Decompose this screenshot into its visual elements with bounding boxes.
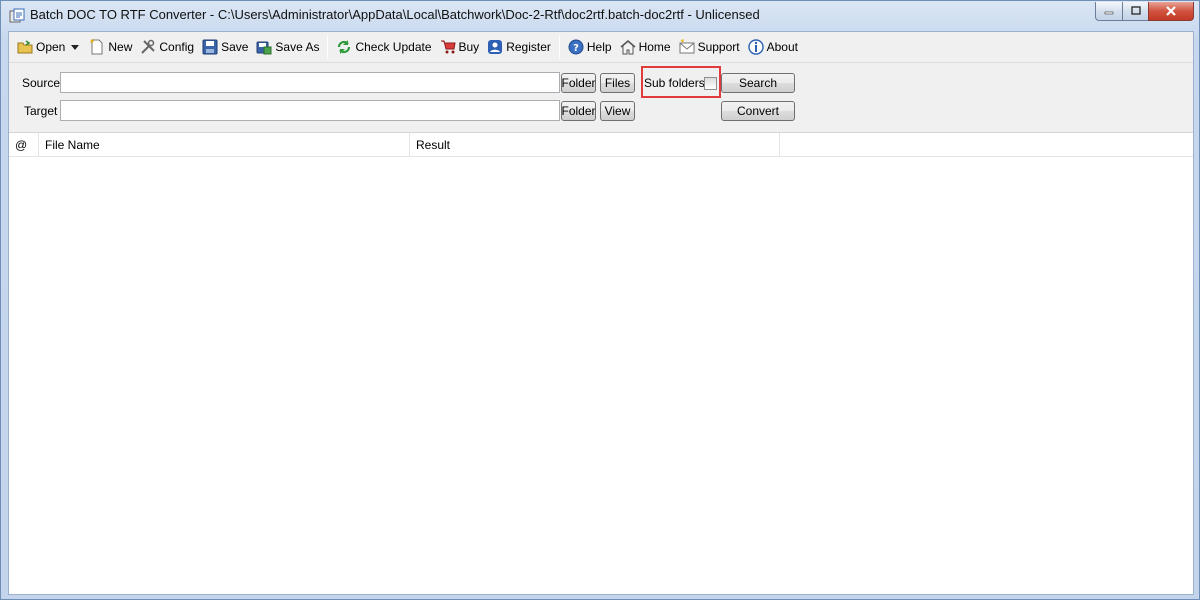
open-label: Open [36,40,66,54]
target-input[interactable] [60,100,560,121]
new-document-icon [90,39,103,55]
subfolders-label: Sub folders [644,76,705,90]
help-label: Help [586,40,612,54]
window-title: Batch DOC TO RTF Converter - C:\Users\Ad… [30,7,760,22]
register-icon [488,40,503,54]
info-icon [747,39,764,55]
close-icon [1166,6,1176,16]
home-label: Home [638,40,671,54]
about-label: About [766,40,798,54]
form-panel: Source Folder Files Sub folders Search T… [9,63,1193,132]
open-dropdown[interactable] [71,35,81,59]
source-label: Source [22,76,61,90]
source-files-button[interactable]: Files [600,73,635,93]
target-folder-button[interactable]: Folder [561,101,596,121]
new-label: New [108,40,133,54]
mail-icon [679,39,695,54]
register-label: Register [506,40,551,54]
minimize-button[interactable] [1095,2,1122,21]
tools-icon [141,39,156,54]
open-button[interactable]: Open [13,35,69,59]
toolbar: Open New Config Save Save As Check Updat… [9,32,1193,63]
dropdown-arrow-icon [71,44,80,50]
target-label: Target [24,104,58,118]
help-icon: ? [568,39,584,55]
column-header-file-name[interactable]: File Name [39,133,410,157]
save-button[interactable]: Save [198,35,252,59]
config-button[interactable]: Config [136,35,198,59]
title-bar[interactable]: Batch DOC TO RTF Converter - C:\Users\Ad… [1,1,1199,31]
about-button[interactable]: About [744,35,802,59]
source-input[interactable] [60,72,560,93]
cart-icon [440,40,456,54]
maximize-button[interactable] [1122,2,1148,21]
toolbar-separator [327,35,329,59]
buy-label: Buy [458,40,480,54]
refresh-icon [338,40,351,54]
support-label: Support [697,40,740,54]
convert-button[interactable]: Convert [721,101,795,121]
save-as-label: Save As [275,40,320,54]
column-header-result[interactable]: Result [410,133,780,157]
file-list[interactable]: @ File Name Result [9,132,1193,594]
close-button[interactable] [1148,2,1194,21]
minimize-icon [1104,11,1114,15]
config-label: Config [159,40,195,54]
home-button[interactable]: Home [616,35,675,59]
save-as-icon [256,41,272,55]
save-label: Save [221,40,249,54]
new-button[interactable]: New [85,35,136,59]
buy-button[interactable]: Buy [436,35,484,59]
floppy-disk-icon [202,39,218,55]
search-button[interactable]: Search [721,73,795,93]
toolbar-separator [558,35,560,59]
app-window: Batch DOC TO RTF Converter - C:\Users\Ad… [0,0,1200,600]
source-folder-button[interactable]: Folder [561,73,596,93]
column-header-status[interactable]: @ [9,133,39,157]
save-as-button[interactable]: Save As [252,35,323,59]
app-icon [9,8,25,23]
help-button[interactable]: ? Help [564,35,616,59]
register-button[interactable]: Register [483,35,555,59]
svg-text:?: ? [573,43,579,54]
check-update-button[interactable]: Check Update [332,35,435,59]
list-header: @ File Name Result [9,133,1193,157]
subfolders-checkbox[interactable] [704,77,717,90]
maximize-icon [1130,6,1141,15]
target-view-button[interactable]: View [600,101,635,121]
client-area: Open New Config Save Save As Check Updat… [8,31,1194,595]
support-button[interactable]: Support [675,35,744,59]
open-folder-icon [17,40,33,54]
check-update-label: Check Update [355,40,432,54]
home-icon [620,39,636,55]
